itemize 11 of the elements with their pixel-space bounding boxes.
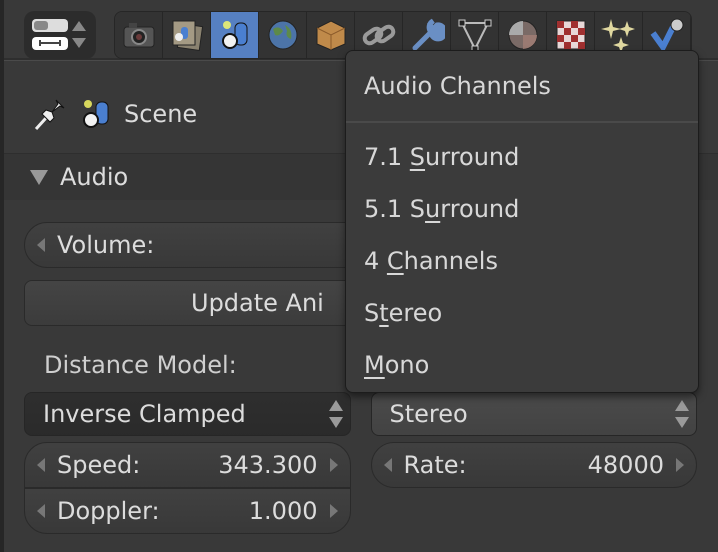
field-label: Rate: bbox=[404, 451, 467, 479]
field-value: 1.000 bbox=[248, 497, 318, 525]
context-label: Scene bbox=[124, 100, 198, 128]
field-label: Volume: bbox=[57, 231, 154, 259]
menu-title: Audio Channels bbox=[364, 72, 551, 100]
distance-model-label: Distance Model: bbox=[43, 350, 238, 381]
field-value: 343.300 bbox=[218, 451, 318, 479]
field-value: 48000 bbox=[588, 451, 664, 479]
field-label: Speed: bbox=[57, 451, 140, 479]
panel-title: Audio bbox=[60, 163, 128, 191]
field-label: Doppler: bbox=[57, 497, 160, 525]
